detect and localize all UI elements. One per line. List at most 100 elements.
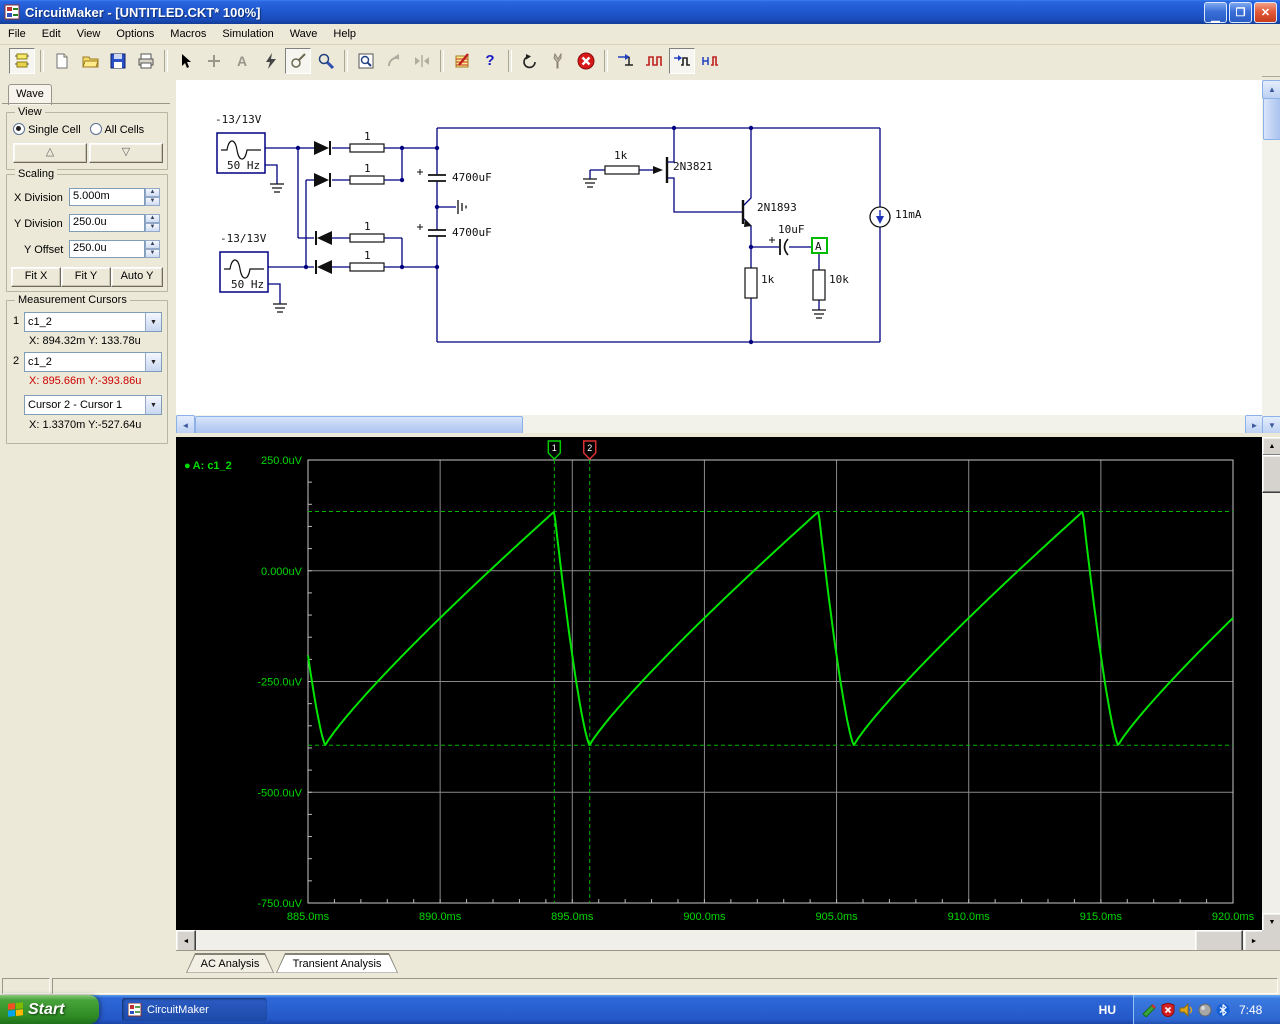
component-label: 50 Hz [227,159,261,172]
schematic-canvas[interactable]: -13/13V 50 Hz -13/13V 50 Hz 1 1 1 1 4700uF 4700uF… [176,80,1262,415]
x-division-label: X Division [14,192,63,204]
tab-transient-analysis[interactable]: Transient Analysis [276,953,398,973]
save-file-button[interactable] [105,48,131,74]
help-button[interactable]: ? [477,48,503,74]
waveform-hscroll-thumb[interactable] [1195,930,1243,952]
clock[interactable]: 7:48 [1239,1003,1262,1017]
svg-text:-250.0uV: -250.0uV [257,677,302,689]
fit-x-button[interactable]: Fit X [11,267,61,287]
text-tool-button[interactable]: A [229,48,255,74]
schematic-vscroll-up-icon[interactable]: ▲ [1262,80,1280,99]
auto-y-button[interactable]: Auto Y [111,267,163,287]
menu-macros[interactable]: Macros [162,25,214,43]
restore-button[interactable]: ❐ [1229,1,1252,23]
radio-all-cells[interactable]: All Cells [90,123,144,136]
flip-button[interactable] [409,48,435,74]
schematic-vscrollbar[interactable]: ▲ ▼ [1262,80,1280,435]
stop-simulation-button[interactable] [573,48,599,74]
radio-single-cell-dot[interactable] [13,123,25,135]
menu-help[interactable]: Help [325,25,364,43]
minimize-button[interactable]: ▁ [1204,1,1227,23]
print-button[interactable] [133,48,159,74]
waveform-vscroll-up-icon[interactable]: ▲ [1262,437,1280,456]
schematic-hscroll-left-icon[interactable]: ◄ [176,415,195,435]
setup-wrench-button[interactable] [545,48,571,74]
volume-tray-icon[interactable] [1179,1002,1194,1017]
waveform-vscroll-thumb[interactable] [1262,455,1280,493]
component-label: 1 [364,130,371,143]
probe-tool-button[interactable] [285,47,311,74]
probe-tool-icon [291,52,306,68]
reset-button[interactable] [517,48,543,74]
setup-wrench-icon [553,52,562,68]
cursor1-signal-combo[interactable]: c1_2 ▼ [24,312,162,332]
y-division-field[interactable]: 250.0u [69,214,145,232]
gray-ball-tray-icon[interactable] [1198,1003,1212,1017]
menu-edit[interactable]: Edit [34,25,69,43]
start-button[interactable]: Start [0,995,99,1024]
app-icon [4,4,20,20]
scope-step-button[interactable] [613,48,639,74]
schematic-vscroll-thumb[interactable] [1263,98,1280,140]
tablet-pen-tray-icon[interactable] [1142,1003,1157,1017]
schematic-hscrollbar[interactable]: ◄ ► [176,415,1264,435]
tab-wave[interactable]: Wave [8,84,52,105]
waveform-hscrollbar[interactable]: ◄ ► [176,930,1264,952]
menu-options[interactable]: Options [108,25,162,43]
waveform-vscrollbar[interactable]: ▲ ▼ [1262,437,1280,932]
close-button[interactable]: ✕ [1254,1,1277,23]
schematic-hscroll-thumb[interactable] [195,416,523,434]
y-offset-spinner[interactable]: ▲ ▼ [145,240,160,258]
waveform-panel[interactable]: 885.0ms 890.0ms 895.0ms 900.0ms 905.0ms 910.0… [176,437,1262,930]
x-division-field[interactable]: 5.000m [69,188,145,206]
fit-y-button[interactable]: Fit Y [61,267,111,287]
language-indicator[interactable]: HU [1085,995,1130,1024]
delete-lightning-button[interactable] [257,48,283,74]
y-offset-field[interactable]: 250.0u [69,240,145,258]
radio-single-cell[interactable]: Single Cell [13,123,81,136]
cell-down-button[interactable]: ▽ [89,143,163,163]
cell-up-button[interactable]: △ [13,143,87,163]
bluetooth-tray-icon[interactable] [1216,1003,1230,1017]
save-file-icon [110,53,126,68]
security-shield-tray-icon[interactable] [1161,1002,1175,1017]
x-division-spinner[interactable]: ▲ ▼ [145,188,160,206]
system-tray: 7:48 [1133,995,1280,1024]
taskbar-item-circuitmaker[interactable]: CircuitMaker [122,998,267,1021]
scope-analog-button[interactable] [669,47,695,74]
status-bar [0,975,1280,995]
title-bar[interactable]: CircuitMaker - [UNTITLED.CKT* 100%] ▁ ❐ … [0,0,1280,24]
tab-ac-analysis[interactable]: AC Analysis [186,953,274,973]
waveform-hscroll-right-icon[interactable]: ► [1244,930,1264,952]
cursor-diff-combo-arrow-icon[interactable]: ▼ [145,396,161,414]
y-division-spinner[interactable]: ▲ ▼ [145,214,160,232]
scope-step-icon [618,53,633,66]
component-label: 50 Hz [231,278,265,291]
menu-view[interactable]: View [69,25,109,43]
parts-browser-button[interactable] [9,47,35,74]
scaling-group: Scaling X Division 5.000m ▲ ▼ Y Division … [6,168,168,292]
menu-simulation[interactable]: Simulation [214,25,281,43]
zoom-select-button[interactable] [353,48,379,74]
wire-plus-button[interactable] [201,48,227,74]
zoom-tool-button[interactable] [313,48,339,74]
cursors-group-title: Measurement Cursors [15,294,130,306]
waveform-plot[interactable]: 885.0ms 890.0ms 895.0ms 900.0ms 905.0ms 910.0… [176,437,1262,930]
radio-all-cells-dot[interactable] [90,123,102,135]
cursor2-signal-combo[interactable]: c1_2 ▼ [24,352,162,372]
waveform-hscroll-left-icon[interactable]: ◄ [176,930,196,952]
scaling-group-title: Scaling [15,168,58,180]
cursor2-readout: X: 895.66m Y:-393.86u [29,375,142,387]
open-file-button[interactable] [77,48,103,74]
cursor-diff-combo[interactable]: Cursor 2 - Cursor 1 ▼ [24,395,162,415]
select-arrow-button[interactable] [173,48,199,74]
menu-file[interactable]: File [0,25,34,43]
menu-wave[interactable]: Wave [282,25,326,43]
rotate-button[interactable] [381,48,407,74]
cursor1-combo-arrow-icon[interactable]: ▼ [145,313,161,331]
scope-digital-button[interactable] [641,48,667,74]
cursor2-combo-arrow-icon[interactable]: ▼ [145,353,161,371]
scope-mixed-button[interactable] [697,48,723,74]
digital-options-button[interactable] [449,48,475,74]
new-file-button[interactable] [49,48,75,74]
